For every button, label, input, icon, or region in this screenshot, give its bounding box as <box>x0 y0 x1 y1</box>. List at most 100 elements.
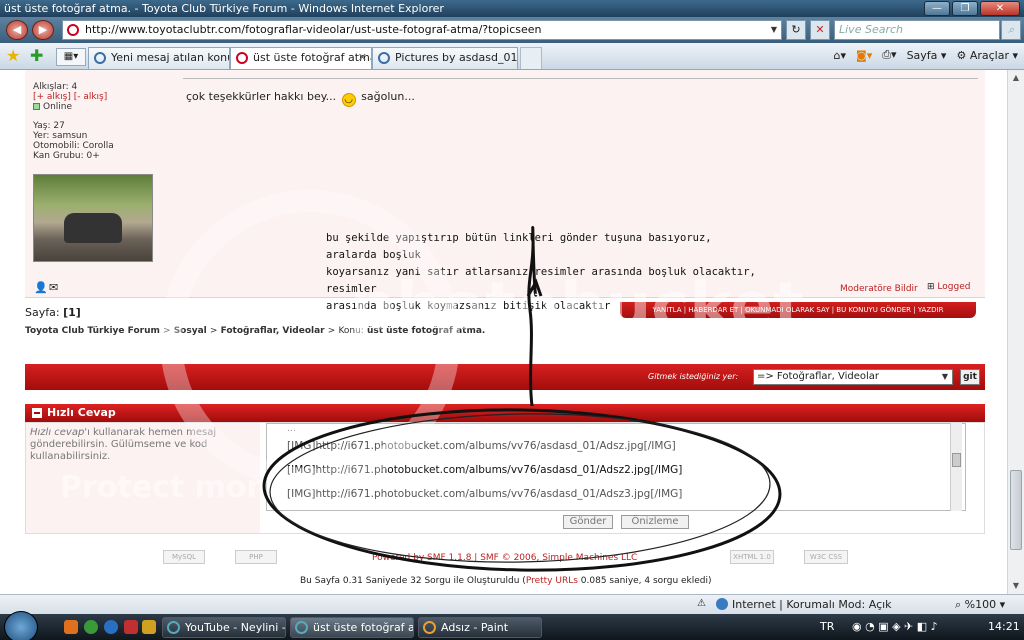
breadcrumb-topic[interactable]: üst üste fotoğraf atma. <box>367 326 485 336</box>
close-button[interactable]: ✕ <box>980 1 1020 16</box>
zoom-value: %100 <box>964 598 997 611</box>
page-scrollbar[interactable]: ▲ ▼ <box>1007 70 1024 594</box>
address-field[interactable]: http://www.toyotaclubtr.com/fotograflar-… <box>62 20 782 40</box>
tab-label: Pictures by asdasd_01 - Ph... <box>395 51 518 64</box>
quick-tabs-icon[interactable]: ▦▾ <box>56 48 86 66</box>
tools-menu[interactable]: ⚙ Araçlar ▾ <box>956 49 1018 62</box>
smiley-icon: ◡ <box>341 93 356 107</box>
back-button[interactable]: ◀ <box>6 20 28 40</box>
chevron-down-icon[interactable]: ▼ <box>938 370 952 384</box>
textarea-line: [IMG]http://i671.photobucket.com/albums/… <box>287 488 683 500</box>
add-favorite-icon[interactable]: ✚ <box>30 47 43 65</box>
go-button[interactable]: git <box>960 369 980 385</box>
send-button[interactable]: Gönder <box>563 515 613 529</box>
site-favicon-icon <box>67 24 79 36</box>
refresh-icon[interactable]: ↻ <box>786 20 806 40</box>
forward-button[interactable]: ▶ <box>32 20 54 40</box>
breadcrumb-separator: > <box>163 326 171 336</box>
textarea-scroll-thumb[interactable] <box>952 453 961 467</box>
page-menu-label: Sayfa <box>906 48 938 62</box>
quicklaunch-icon[interactable] <box>64 620 78 634</box>
user-age: Yaş: 27 <box>33 121 65 131</box>
new-tab-button[interactable] <box>520 47 542 69</box>
post-divider <box>183 78 978 79</box>
feeds-icon[interactable]: ◙▾ <box>856 49 872 62</box>
quick-reply-body: Hızlı cevap'ı kullanarak hemen mesaj gön… <box>25 422 985 534</box>
page-menu[interactable]: Sayfa ▾ <box>907 49 947 62</box>
jump-select-value: => Fotoğraflar, Videolar <box>757 371 880 382</box>
textarea-scrollbar[interactable] <box>950 423 962 511</box>
clock[interactable]: 14:21 <box>988 620 1020 633</box>
message-icon[interactable]: ✉ <box>49 282 61 294</box>
breadcrumb-topic-prefix: Konu: <box>338 326 364 336</box>
tab-label: üst üste fotoğraf atma. ... <box>253 51 371 64</box>
quicklaunch-icon[interactable] <box>84 620 98 634</box>
php-logo[interactable]: PHP <box>235 550 277 564</box>
minimize-button[interactable]: — <box>924 1 950 16</box>
maximize-button[interactable]: ❐ <box>952 1 978 16</box>
tab-close-icon[interactable]: ✕ <box>358 48 367 68</box>
xhtml-logo[interactable]: XHTML 1.0 <box>730 550 774 564</box>
profile-icon[interactable]: 👤 <box>34 282 48 294</box>
breadcrumb-forum[interactable]: Toyota Club Türkiye Forum <box>25 326 160 336</box>
user-avatar-photo[interactable] <box>33 174 153 262</box>
preview-button[interactable]: Önizleme <box>621 515 689 529</box>
jump-select[interactable]: => Fotoğraflar, Videolar ▼ <box>753 369 953 385</box>
breadcrumb-social[interactable]: Sosyal <box>174 326 207 336</box>
online-label: Online <box>43 102 73 112</box>
tools-menu-label: Araçlar <box>969 48 1009 62</box>
report-to-moderator-link[interactable]: Moderatöre Bildir <box>840 284 918 294</box>
scroll-up-icon[interactable]: ▲ <box>1010 72 1022 84</box>
pretty-urls-link[interactable]: Pretty URLs <box>526 576 578 586</box>
tab-photobucket[interactable]: Pictures by asdasd_01 - Ph... <box>372 47 518 69</box>
tab-topic[interactable]: üst üste fotoğraf atma. ... ✕ <box>230 47 372 69</box>
address-dropdown-icon[interactable]: ▼ <box>771 21 777 39</box>
forum-post: Alkışlar: 4 [+ alkış] [- alkış] Online Y… <box>25 70 985 312</box>
tray-icons[interactable]: ◉ ◔ ▣ ◈ ✈ ◧ ♪ <box>852 620 938 633</box>
breadcrumb-section[interactable]: Fotoğraflar, Videolar <box>221 326 325 336</box>
search-placeholder: Live Search <box>839 23 903 36</box>
tab-new-messages[interactable]: Yeni mesaj atılan konular <box>88 47 230 69</box>
quicklaunch-icon[interactable] <box>124 620 138 634</box>
print-icon[interactable]: ⎙▾ <box>882 48 896 62</box>
quick-reply-header[interactable]: Hızlı Cevap <box>25 404 985 422</box>
taskbar-label: Adsız - Paint <box>441 621 509 634</box>
taskbar: YouTube - Neylini - ... üst üste fotoğra… <box>0 611 1024 640</box>
stop-icon[interactable]: ✕ <box>810 20 830 40</box>
start-button[interactable] <box>4 611 38 640</box>
live-search-input[interactable]: Live Search ⌕ <box>834 20 1021 40</box>
pagination-label: Sayfa: <box>25 306 60 319</box>
annotation-line: koyarsanız yani satır atlarsanız resimle… <box>326 266 756 295</box>
breadcrumb-separator: > <box>209 326 218 336</box>
quicklaunch-icon[interactable] <box>142 620 156 634</box>
search-icon[interactable]: ⌕ <box>1001 20 1021 40</box>
favorites-star-icon[interactable]: ★ <box>6 47 20 65</box>
clap-links[interactable]: [+ alkış] [- alkış] <box>33 92 173 102</box>
zoom-level[interactable]: ⌕ %100 ▾ <box>955 598 1005 612</box>
quick-reply-help: Hızlı cevap'ı kullanarak hemen mesaj gön… <box>26 423 260 533</box>
quicklaunch-icon[interactable] <box>104 620 118 634</box>
taskbar-item-paint[interactable]: Adsız - Paint <box>418 617 542 638</box>
scroll-down-icon[interactable]: ▼ <box>1010 580 1022 592</box>
online-icon <box>33 103 40 110</box>
powered-by[interactable]: Powered by SMF 1.1.8 | SMF © 2006, Simpl… <box>372 553 637 563</box>
language-indicator[interactable]: TR <box>820 620 834 633</box>
topic-actions-bar[interactable]: YANITLA | HABERDAR ET | OKUNMADI OLARAK … <box>620 302 976 318</box>
taskbar-item-forum[interactable]: üst üste fotoğraf at... <box>290 617 414 638</box>
css-logo[interactable]: W3C CSS <box>804 550 848 564</box>
collapse-icon[interactable] <box>32 408 42 418</box>
popup-blocker-icon[interactable]: ⚠ <box>697 598 706 609</box>
toyota-page-icon <box>236 52 248 64</box>
mysql-logo[interactable]: MySQL <box>163 550 205 564</box>
generation-time: Bu Sayfa 0.31 Saniyede 32 Sorgu ile Oluş… <box>300 576 712 586</box>
home-icon[interactable]: ⌂▾ <box>834 49 847 62</box>
user-location: Yer: samsun <box>33 131 88 141</box>
ie-icon <box>295 621 308 634</box>
quick-reply-textarea[interactable]: … [IMG]http://i671.photobucket.com/album… <box>266 423 966 511</box>
window-title: üst üste fotoğraf atma. - Toyota Club Tü… <box>4 2 444 15</box>
current-page[interactable]: [1] <box>63 306 81 319</box>
security-zone[interactable]: Internet | Korumalı Mod: Açık <box>716 598 892 611</box>
page-scroll-thumb[interactable] <box>1010 470 1022 550</box>
taskbar-item-youtube[interactable]: YouTube - Neylini - ... <box>162 617 286 638</box>
status-bar: ⚠ Internet | Korumalı Mod: Açık ⌕ %100 ▾ <box>0 594 1024 614</box>
